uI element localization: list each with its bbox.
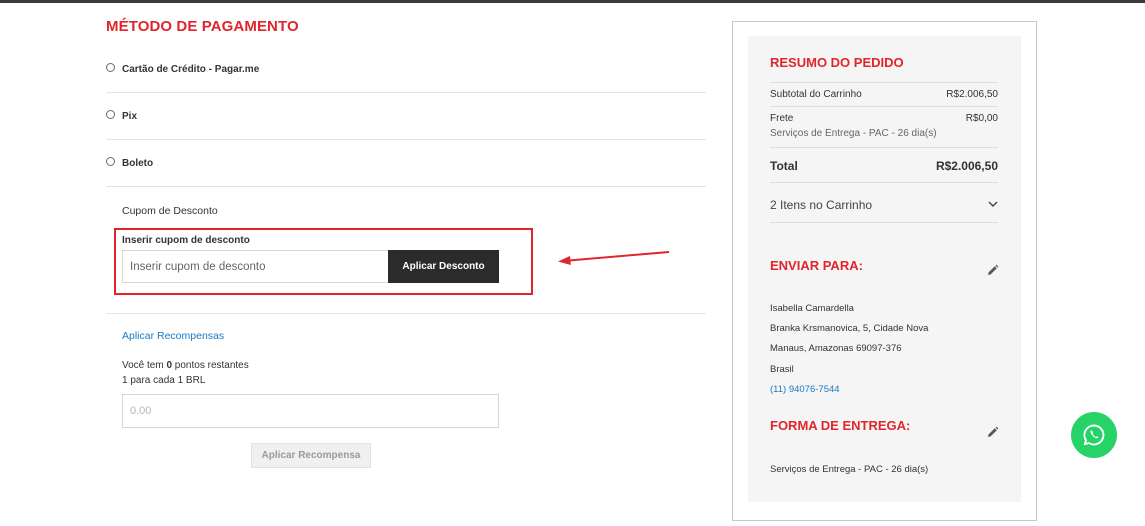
subtotal-label: Subtotal do Carrinho — [770, 89, 862, 100]
payment-title: MÉTODO DE PAGAMENTO — [106, 18, 299, 35]
ship-to-street: Branka Krsmanovica, 5, Cidade Nova — [770, 323, 929, 334]
ship-to-country: Brasil — [770, 364, 794, 375]
pencil-icon[interactable] — [986, 426, 999, 439]
chevron-down-icon — [988, 201, 998, 207]
payment-option-label: Cartão de Crédito - Pagar.me — [122, 63, 260, 75]
payment-option-label: Boleto — [122, 157, 154, 169]
radio-boleto[interactable] — [106, 156, 115, 166]
apply-rewards-link[interactable]: Aplicar Recompensas — [122, 330, 224, 342]
subtotal-value: R$2.006,50 — [946, 89, 998, 100]
total-value: R$2.006,50 — [935, 159, 998, 173]
apply-discount-button[interactable]: Aplicar Desconto — [388, 250, 499, 283]
payment-option-boleto[interactable]: Boleto — [106, 140, 706, 187]
pencil-icon[interactable] — [986, 264, 999, 277]
shipping-label: Frete — [770, 113, 794, 124]
coupon-field-label: Inserir cupom de desconto — [122, 235, 250, 246]
delivery-method-title: FORMA DE ENTREGA: — [770, 418, 911, 433]
reward-amount-input[interactable] — [122, 394, 499, 428]
coupon-input[interactable] — [122, 250, 389, 283]
arrow-icon — [558, 251, 670, 265]
points-prefix: Você tem — [122, 360, 167, 371]
section-divider — [106, 313, 706, 314]
total-label: Total — [770, 159, 798, 173]
summary-divider — [770, 222, 998, 223]
summary-divider — [770, 106, 998, 107]
cart-items-toggle[interactable]: 2 Itens no Carrinho — [770, 197, 998, 217]
shipping-service: Serviços de Entrega - PAC - 26 dia(s) — [770, 128, 937, 139]
ship-to-phone-link[interactable]: (11) 94076-7544 — [770, 384, 840, 395]
summary-divider — [770, 182, 998, 183]
payment-option-credit-card[interactable]: Cartão de Crédito - Pagar.me — [106, 46, 706, 93]
summary-divider — [770, 82, 998, 83]
whatsapp-button[interactable] — [1071, 412, 1117, 458]
points-rate-text: 1 para cada 1 BRL — [122, 375, 206, 386]
ship-to-city: Manaus, Amazonas 69097-376 — [770, 343, 902, 354]
radio-pix[interactable] — [106, 109, 115, 119]
summary-divider — [770, 147, 998, 148]
ship-to-name: Isabella Camardella — [770, 303, 854, 314]
coupon-heading[interactable]: Cupom de Desconto — [122, 205, 218, 217]
shipping-value: R$0,00 — [965, 113, 998, 124]
payment-option-pix[interactable]: Pix — [106, 93, 706, 140]
cart-items-label: 2 Itens no Carrinho — [770, 198, 873, 212]
points-suffix: pontos restantes — [172, 360, 249, 371]
order-summary-title: RESUMO DO PEDIDO — [770, 55, 904, 70]
delivery-method-text: Serviços de Entrega - PAC - 26 dia(s) — [770, 464, 929, 475]
ship-to-title: ENVIAR PARA: — [770, 258, 863, 273]
payment-option-label: Pix — [122, 110, 138, 122]
points-remaining-text: Você tem 0 pontos restantes — [122, 360, 249, 371]
radio-credit-card[interactable] — [106, 62, 115, 72]
whatsapp-icon — [1083, 424, 1105, 446]
top-bar — [0, 0, 1145, 3]
apply-reward-button[interactable]: Aplicar Recompensa — [251, 443, 371, 468]
